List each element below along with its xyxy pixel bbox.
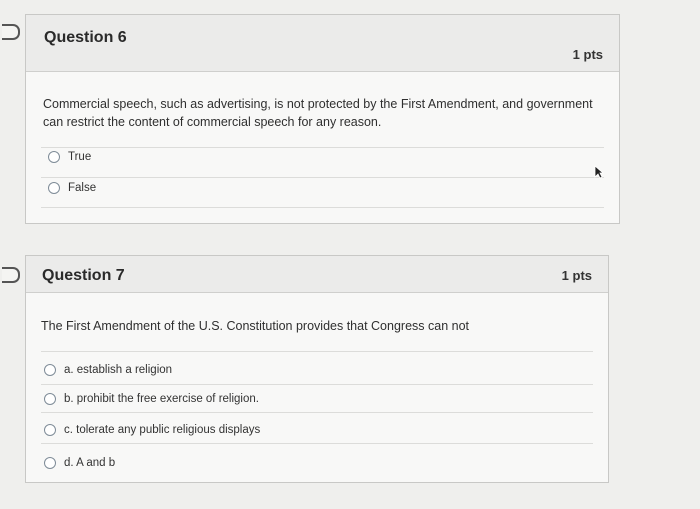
radio-button[interactable] — [48, 182, 60, 194]
radio-button[interactable] — [44, 424, 56, 436]
answer-option[interactable]: a. establish a religion — [44, 364, 172, 376]
question-text: The First Amendment of the U.S. Constitu… — [41, 319, 469, 333]
option-divider — [41, 207, 604, 208]
option-divider — [41, 177, 604, 178]
option-divider — [41, 412, 593, 413]
question-flag-icon[interactable] — [2, 267, 20, 283]
answer-option[interactable]: True — [48, 151, 91, 163]
question-points: 1 pts — [561, 268, 592, 283]
answer-option-label: b. prohibit the free exercise of religio… — [64, 393, 259, 405]
question-points: 1 pts — [572, 47, 603, 62]
answer-option[interactable]: c. tolerate any public religious display… — [44, 424, 260, 436]
question-flag-icon[interactable] — [2, 24, 20, 40]
answer-option-label: a. establish a religion — [64, 364, 173, 376]
radio-button[interactable] — [44, 457, 56, 469]
answer-option-label: False — [68, 182, 97, 194]
option-divider — [41, 351, 593, 352]
option-divider — [41, 147, 604, 148]
question-title: Question 6 — [44, 29, 127, 46]
answer-option[interactable]: b. prohibit the free exercise of religio… — [44, 393, 259, 405]
radio-button[interactable] — [44, 393, 56, 405]
question-card: Question 7 1 pts The First Amendment of … — [25, 255, 609, 483]
mouse-cursor-icon — [594, 165, 604, 179]
radio-button[interactable] — [44, 364, 56, 376]
option-divider — [41, 443, 593, 444]
answer-option[interactable]: d. A and b — [44, 457, 115, 469]
question-card: Question 6 1 pts Commercial speech, such… — [25, 14, 620, 224]
answer-option-label: c. tolerate any public religious display… — [64, 424, 261, 436]
radio-button[interactable] — [48, 151, 60, 163]
question-title: Question 7 — [42, 267, 125, 284]
option-divider — [41, 384, 593, 385]
answer-option[interactable]: False — [48, 182, 96, 194]
answer-option-label: d. A and b — [64, 457, 116, 469]
answer-option-label: True — [68, 151, 92, 163]
question-text: Commercial speech, such as advertising, … — [43, 97, 593, 129]
